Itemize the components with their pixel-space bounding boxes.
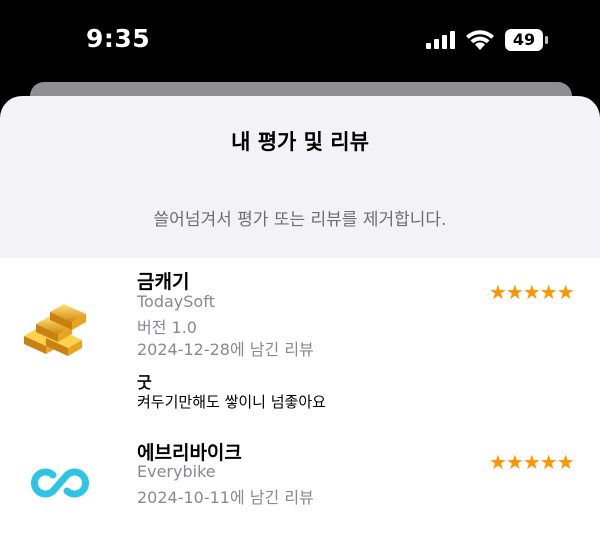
status-time: 9:35 [86, 24, 151, 53]
app-name: 금캐기 [137, 271, 190, 293]
review-list: 금캐기 TodaySoft 버전 1.0 2024-12-28에 남긴 리뷰 ★… [0, 258, 600, 539]
wifi-icon [466, 30, 494, 50]
ratings-sheet: 내 평가 및 리뷰 쓸어넘겨서 평가 또는 리뷰를 제거합니다. 금캐기 Tod… [0, 96, 600, 539]
swipe-hint: 쓸어넘겨서 평가 또는 리뷰를 제거합니다. [153, 210, 447, 230]
gold-bars-app-icon[interactable] [20, 288, 100, 368]
everybike-app-icon[interactable] [20, 443, 100, 523]
battery-icon: 49 [505, 29, 549, 51]
app-name: 에브리바이크 [137, 442, 242, 464]
review-item[interactable]: 에브리바이크 Everybike 2024-10-11에 남긴 리뷰 ★★★★★ [0, 428, 600, 539]
review-body: 켜두기만해도 쌓이니 넘좋아요 [137, 393, 326, 411]
review-title: 굿 [137, 373, 152, 392]
cellular-signal-icon [426, 31, 455, 49]
developer-name: TodaySoft [137, 292, 215, 311]
developer-name: Everybike [137, 462, 216, 481]
star-rating: ★★★★★ [489, 280, 575, 304]
star-rating: ★★★★★ [489, 450, 575, 474]
review-date: 2024-12-28에 남긴 리뷰 [137, 340, 314, 359]
status-bar: 9:35 49 [0, 0, 600, 80]
battery-level: 49 [512, 30, 536, 49]
sheet-title: 내 평가 및 리뷰 [231, 130, 369, 154]
app-version: 버전 1.0 [137, 318, 197, 337]
review-date: 2024-10-11에 남긴 리뷰 [137, 488, 314, 507]
review-item[interactable]: 금캐기 TodaySoft 버전 1.0 2024-12-28에 남긴 리뷰 ★… [0, 258, 600, 428]
